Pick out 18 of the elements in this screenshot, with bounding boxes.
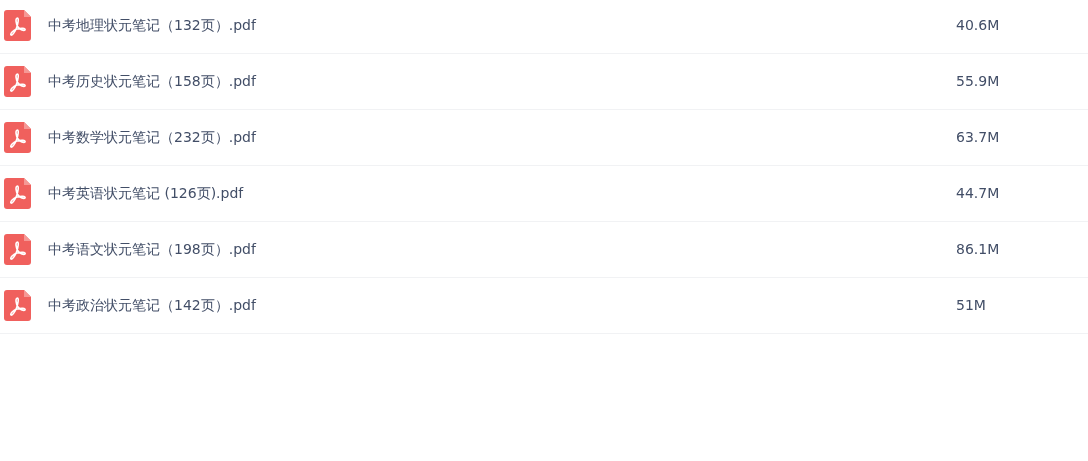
- file-size: 51M: [956, 296, 986, 315]
- pdf-file-icon: [4, 122, 31, 153]
- file-size: 86.1M: [956, 240, 1000, 259]
- pdf-file-icon: [4, 10, 31, 41]
- pdf-file-icon: [4, 234, 31, 265]
- file-size: 55.9M: [956, 72, 1000, 91]
- file-size: 63.7M: [956, 128, 1000, 147]
- file-size: 44.7M: [956, 184, 1000, 203]
- file-name[interactable]: 中考地理状元笔记（132页）.pdf: [48, 15, 928, 36]
- file-name[interactable]: 中考历史状元笔记（158页）.pdf: [48, 71, 928, 92]
- file-name[interactable]: 中考数学状元笔记（232页）.pdf: [48, 127, 928, 148]
- pdf-file-icon: [4, 290, 31, 321]
- pdf-file-icon: [4, 178, 31, 209]
- file-name[interactable]: 中考英语状元笔记 (126页).pdf: [48, 183, 928, 204]
- file-size: 40.6M: [956, 16, 1000, 35]
- file-name[interactable]: 中考语文状元笔记（198页）.pdf: [48, 239, 928, 260]
- file-name[interactable]: 中考政治状元笔记（142页）.pdf: [48, 295, 928, 316]
- pdf-file-icon: [4, 66, 31, 97]
